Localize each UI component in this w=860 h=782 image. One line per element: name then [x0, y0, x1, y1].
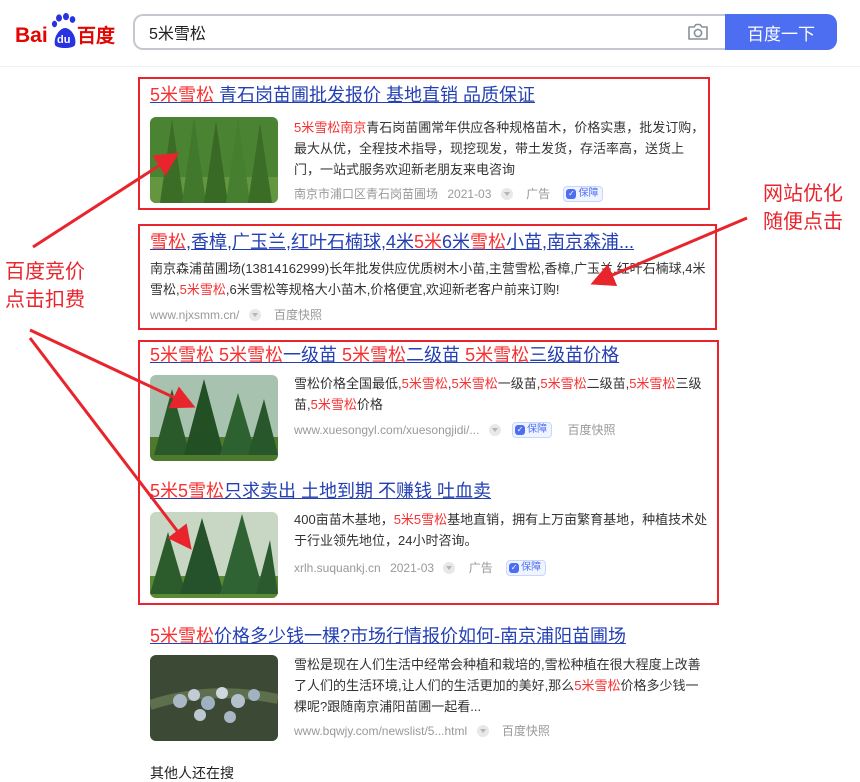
cedar-branch-image: [150, 655, 278, 741]
baidu-logo[interactable]: Bai du 百度: [15, 12, 119, 52]
camera-icon[interactable]: [687, 23, 709, 41]
result-url[interactable]: www.bqwjy.com/newslist/5...html: [294, 722, 467, 740]
annotation-right-line1: 网站优化: [763, 183, 843, 205]
search-box: [133, 14, 725, 50]
result-thumbnail[interactable]: [150, 655, 278, 741]
result-meta: www.bqwjy.com/newslist/5...html 百度快照: [294, 721, 550, 739]
annotation-left: 百度竞价 点击扣费: [5, 258, 85, 314]
annotation-left-line1: 百度竞价: [5, 261, 85, 283]
search-button[interactable]: 百度一下: [725, 14, 837, 50]
paw-icon: du: [51, 13, 76, 48]
organic-highlight-box: [138, 224, 717, 330]
svg-text:du: du: [57, 34, 70, 46]
header-divider: [0, 66, 860, 67]
annotation-left-line2: 点击扣费: [5, 289, 85, 311]
related-searches-heading: 其他人还在搜: [150, 765, 234, 781]
keyword-highlight: 5米雪松: [150, 626, 215, 646]
search-input[interactable]: [149, 16, 669, 48]
search-result-organic-2: 5米雪松价格多少钱一棵?市场行情报价如何-南京浦阳苗圃场 雪松是现在人们生活中经…: [150, 624, 710, 744]
header: Bai du 百度 百度一下: [0, 0, 860, 66]
ad-highlight-box: [138, 340, 719, 605]
text-segment: 价格多少钱一棵?市场行情报价如何-南京浦阳苗圃场: [214, 626, 627, 646]
chevron-down-icon[interactable]: [476, 724, 489, 737]
snapshot-link[interactable]: 百度快照: [502, 722, 550, 740]
ad-highlight-box: [138, 77, 710, 210]
result-description: 雪松是现在人们生活中经常会种植和栽培的,雪松种植在很大程度上改善了人们的生活环境…: [294, 654, 706, 717]
annotation-right: 网站优化 随便点击: [763, 180, 843, 236]
annotation-right-line2: 随便点击: [763, 211, 843, 233]
svg-text:百度: 百度: [77, 24, 116, 47]
result-title[interactable]: 5米雪松价格多少钱一棵?市场行情报价如何-南京浦阳苗圃场: [150, 624, 710, 648]
svg-text:Bai: Bai: [15, 24, 48, 47]
keyword-highlight: 5米雪松: [574, 678, 621, 693]
